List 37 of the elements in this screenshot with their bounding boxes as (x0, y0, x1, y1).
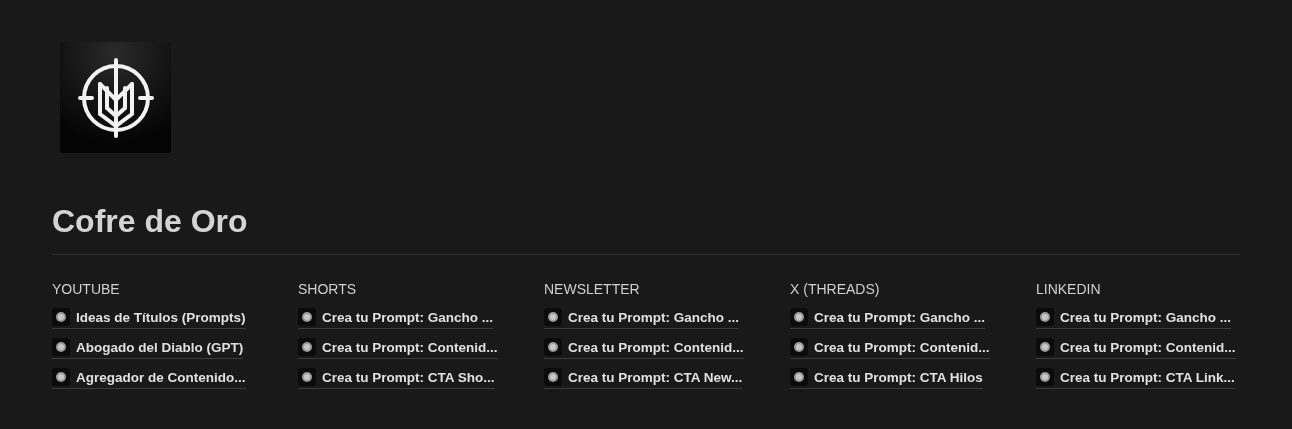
page-link[interactable]: Crea tu Prompt: Gancho ... (790, 306, 986, 329)
page-link[interactable]: Crea tu Prompt: Contenid... (1036, 336, 1236, 359)
page-icon (52, 338, 70, 356)
column-heading: SHORTS (298, 280, 357, 299)
page-icon (298, 338, 316, 356)
page-icon (298, 308, 316, 326)
page-link[interactable]: Crea tu Prompt: Contenid... (544, 336, 744, 359)
column-heading: YOUTUBE (52, 280, 120, 299)
page-icon (298, 368, 316, 386)
column-heading: LINKEDIN (1036, 280, 1101, 299)
column-heading: X (THREADS) (790, 280, 880, 299)
page-link[interactable]: Crea tu Prompt: CTA Sho... (298, 366, 495, 389)
page-icon (544, 338, 562, 356)
page-icon (544, 368, 562, 386)
page-link[interactable]: Crea tu Prompt: CTA New... (544, 366, 743, 389)
page-icon (790, 338, 808, 356)
page-icon (790, 308, 808, 326)
page-icon (52, 308, 70, 326)
page-link[interactable]: Crea tu Prompt: CTA Link... (1036, 366, 1235, 389)
page-link[interactable]: Crea tu Prompt: Gancho ... (1036, 306, 1232, 329)
page-icon (1036, 308, 1054, 326)
page-link[interactable]: Abogado del Diablo (GPT) (52, 336, 244, 359)
column-heading: NEWSLETTER (544, 280, 640, 299)
page-link[interactable]: Crea tu Prompt: Contenid... (790, 336, 990, 359)
logo-icon (60, 42, 171, 153)
page-icon (1036, 338, 1054, 356)
page-link[interactable]: Crea tu Prompt: CTA Hilos (790, 366, 983, 389)
page-icon (52, 368, 70, 386)
page-link[interactable]: Agregador de Contenido... (52, 366, 246, 389)
page-link[interactable]: Crea tu Prompt: Gancho ... (544, 306, 740, 329)
page-link[interactable]: Ideas de Títulos (Prompts) (52, 306, 246, 329)
page-icon (544, 308, 562, 326)
page-icon (1036, 368, 1054, 386)
page-link[interactable]: Crea tu Prompt: Gancho ... (298, 306, 494, 329)
page-icon (790, 368, 808, 386)
page-link[interactable]: Crea tu Prompt: Contenid... (298, 336, 498, 359)
page-title: Cofre de Oro (52, 202, 249, 241)
